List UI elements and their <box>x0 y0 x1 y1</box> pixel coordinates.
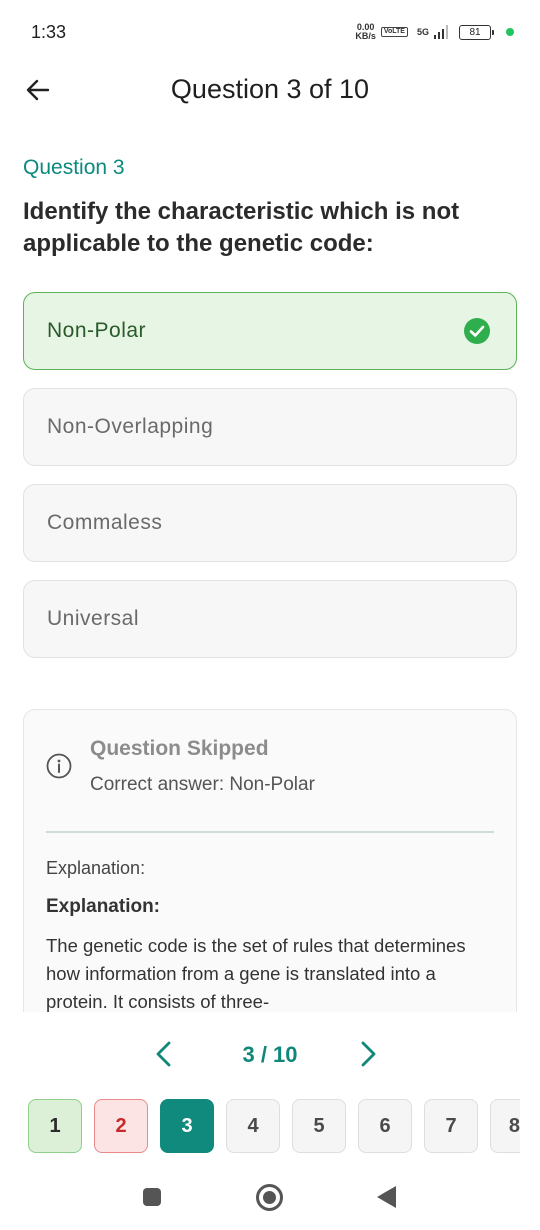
option-universal[interactable]: Universal <box>23 580 517 658</box>
network-speed-unit: KB/s <box>355 31 376 41</box>
option-label: Commaless <box>47 511 163 534</box>
option-commaless[interactable]: Commaless <box>23 484 517 562</box>
battery-icon: 81 <box>459 24 494 40</box>
question-number-7[interactable]: 7 <box>424 1099 478 1153</box>
option-label: Non-Overlapping <box>47 415 214 438</box>
question-number-3[interactable]: 3 <box>160 1099 214 1153</box>
option-non-polar[interactable]: Non-Polar <box>23 292 517 370</box>
correct-answer: Correct answer: Non-Polar <box>90 774 315 795</box>
option-non-overlapping[interactable]: Non-Overlapping <box>23 388 517 466</box>
recent-apps-button[interactable] <box>143 1188 161 1206</box>
question-number-1[interactable]: 1 <box>28 1099 82 1153</box>
status-bar: 1:33 0.00 KB/s VoLTE 5G 81 <box>0 0 540 64</box>
home-button[interactable] <box>256 1184 283 1211</box>
page-indicator: 3 / 10 <box>242 1042 298 1067</box>
system-back-button[interactable] <box>377 1186 396 1208</box>
home-dot <box>263 1191 276 1204</box>
option-label: Universal <box>47 607 140 630</box>
result-panel: Question Skipped Correct answer: Non-Pol… <box>23 709 517 1029</box>
info-icon <box>46 753 72 779</box>
question-text: Identify the characteristic which is not… <box>23 198 460 257</box>
question-number-6[interactable]: 6 <box>358 1099 412 1153</box>
explanation-label: Explanation: <box>46 858 146 878</box>
divider <box>46 831 494 833</box>
next-question-button[interactable] <box>354 1038 382 1070</box>
volte-badge: VoLTE <box>380 27 408 37</box>
option-label: Non-Polar <box>47 319 147 342</box>
question-number-list: 1 2 3 4 5 6 7 8 <box>28 1099 520 1153</box>
question-number-4[interactable]: 4 <box>226 1099 280 1153</box>
network-type: 5G <box>416 27 429 37</box>
question-number-5[interactable]: 5 <box>292 1099 346 1153</box>
explanation-text: The genetic code is the set of rules tha… <box>46 935 466 1012</box>
check-circle-icon <box>464 318 490 344</box>
status-title: Question Skipped <box>90 737 269 760</box>
question-number-8[interactable]: 8 <box>490 1099 520 1153</box>
privacy-indicator-dot <box>506 28 514 36</box>
question-number-2[interactable]: 2 <box>94 1099 148 1153</box>
explanation-heading: Explanation: <box>46 896 161 917</box>
status-time: 1:33 <box>31 22 67 42</box>
battery-level: 81 <box>469 26 481 38</box>
question-label: Question 3 <box>23 156 125 179</box>
status-icons: 0.00 KB/s VoLTE 5G 81 <box>355 22 514 42</box>
network-speed: 0.00 KB/s <box>355 23 376 41</box>
signal-icon <box>434 25 448 39</box>
page-title: Question 3 of 10 <box>170 74 370 104</box>
